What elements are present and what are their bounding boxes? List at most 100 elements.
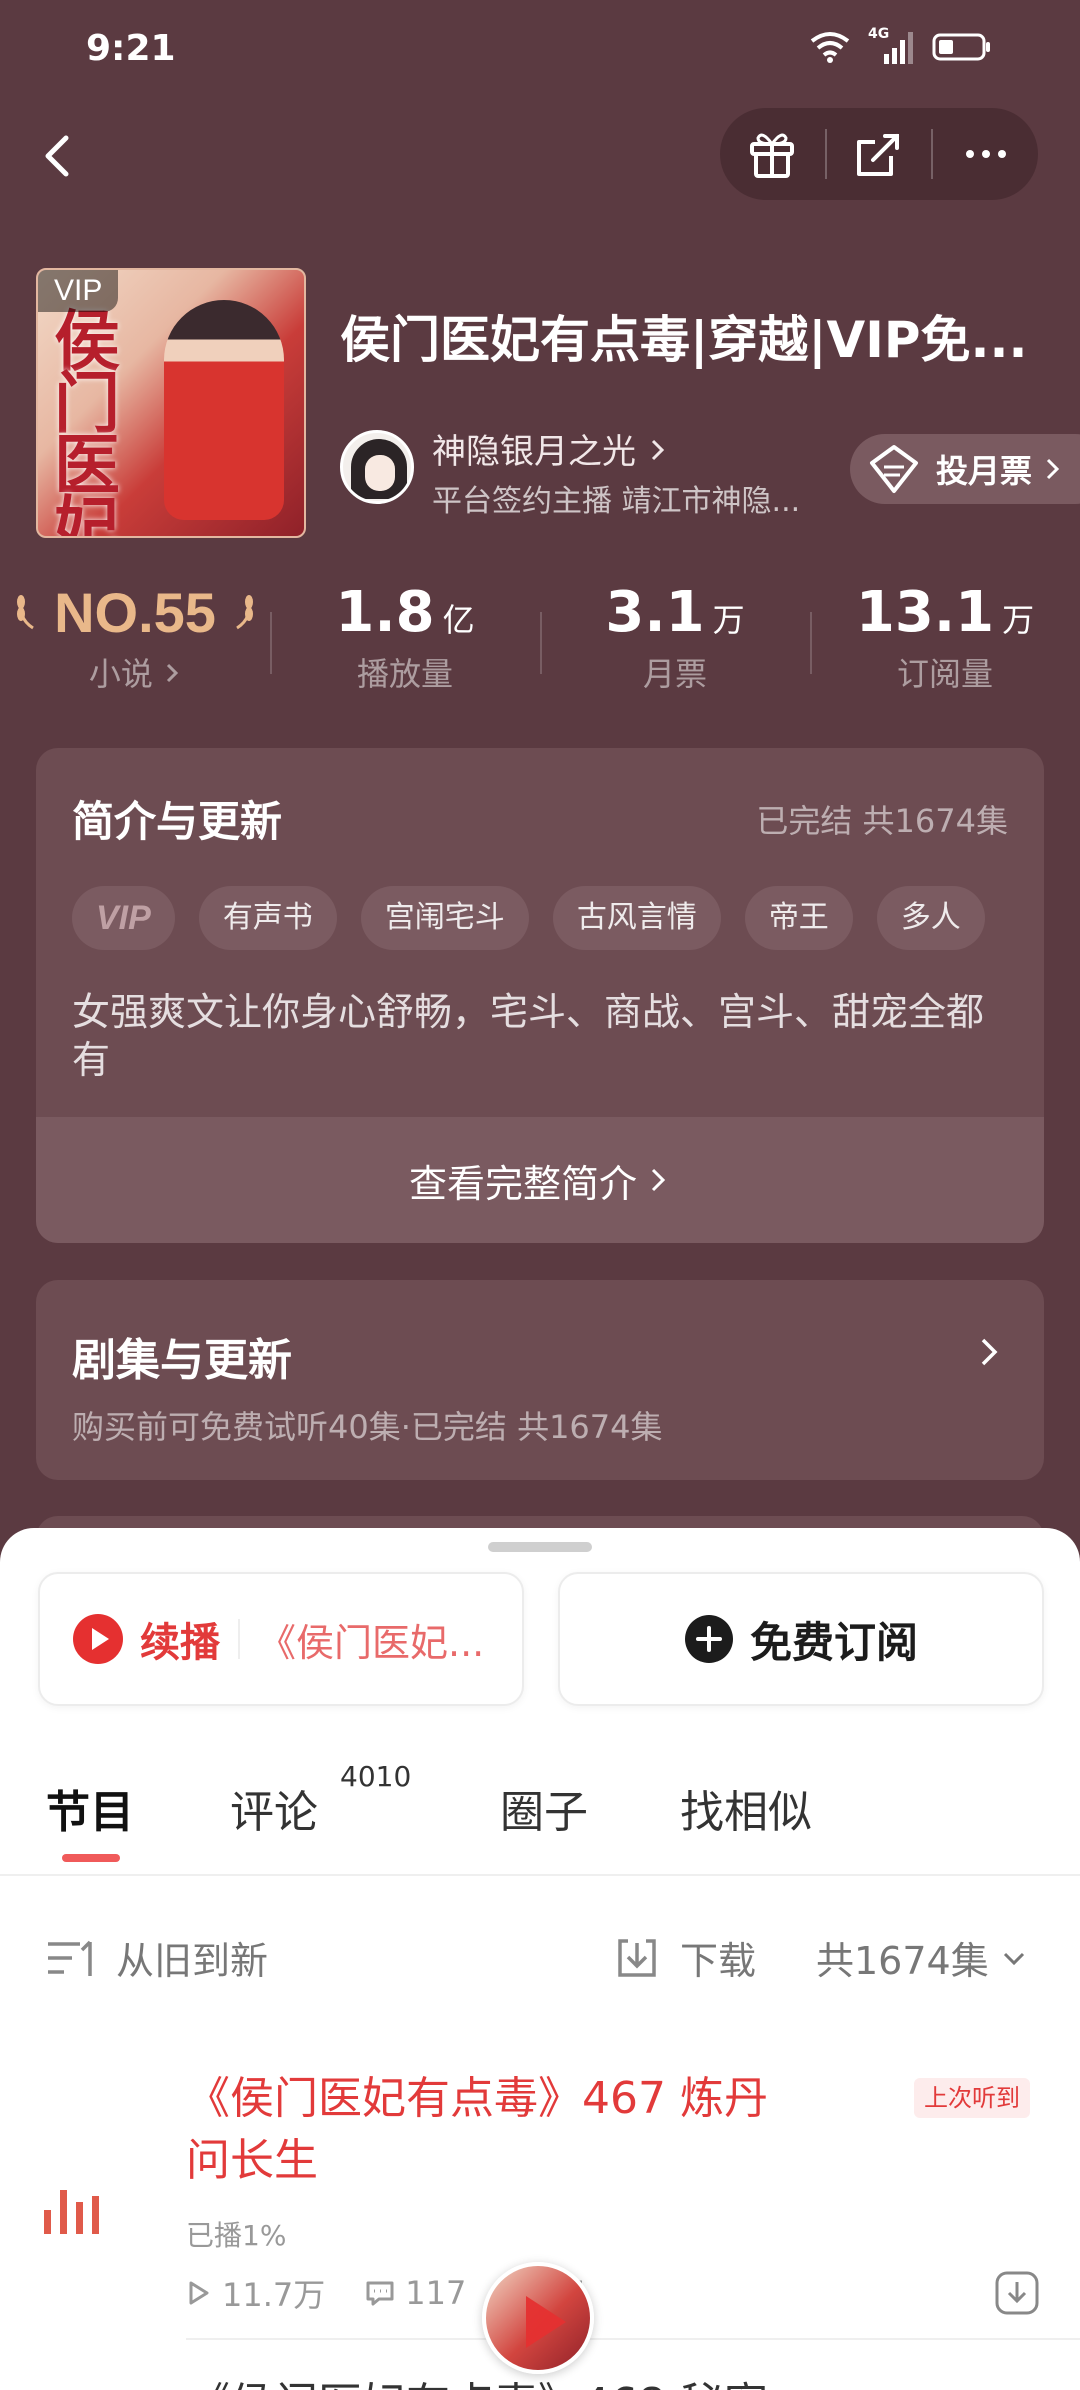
tag-audiobook[interactable]: 有声书 <box>198 886 337 950</box>
view-full-intro-label: 查看完整简介 <box>408 1161 637 1206</box>
monthly-vote-button[interactable]: 投月票 <box>850 434 1080 504</box>
tag-ancient-romance[interactable]: 古风言情 <box>552 886 721 950</box>
tab-programs[interactable]: 节目 <box>46 1776 134 1840</box>
tab-similar[interactable]: 找相似 <box>680 1776 812 1840</box>
comment-icon <box>366 2281 394 2306</box>
gift-icon <box>750 133 795 178</box>
episode-download-icon[interactable] <box>994 2270 1040 2316</box>
episode-count-label: 共1674集 <box>816 1939 989 1983</box>
author-description: 平台签约主播 靖江市神隐... <box>432 484 801 519</box>
tab-circle[interactable]: 圈子 <box>500 1776 588 1840</box>
gift-button[interactable] <box>720 108 825 200</box>
mini-player-play-icon <box>526 2296 566 2348</box>
now-playing-icon <box>44 2190 99 2234</box>
rank-label: 小说 <box>88 655 153 693</box>
book-title: 侯门医妃有点毒|穿越|VIP免... <box>340 311 1028 369</box>
download-button[interactable]: 下载 <box>614 1930 756 1985</box>
plays-value: 1.8 <box>335 580 435 645</box>
mini-player[interactable] <box>482 2262 594 2374</box>
subs-stat: 13.1 万 订阅量 <box>810 580 1080 710</box>
comment-count-badge: 4010 <box>340 1760 412 1793</box>
status-time: 9:21 <box>86 28 176 69</box>
subs-unit: 万 <box>1002 601 1035 639</box>
episodes-subtext: 购买前可免费试听40集·已完结 共1674集 <box>72 1408 663 1446</box>
more-button[interactable] <box>933 108 1038 200</box>
plays-stat: 1.8 亿 播放量 <box>270 580 540 710</box>
tag-multi-cast[interactable]: 多人 <box>876 886 985 950</box>
stats-row: NO.55 小说 1.8 亿 播放量 3.1 万 月票 13.1 万 订阅量 <box>0 580 1080 710</box>
tag-list: VIP 有声书 宫闱宅斗 古风言情 帝王 多人 <box>72 886 985 950</box>
share-button[interactable] <box>827 108 932 200</box>
download-label: 下载 <box>680 1939 757 1983</box>
subs-label: 订阅量 <box>896 655 993 693</box>
status-icons: 4G <box>810 26 992 64</box>
chevron-right-icon <box>651 1168 666 1192</box>
plays-label: 播放量 <box>356 655 453 693</box>
sort-label: 从旧到新 <box>116 1939 269 1983</box>
rank-stat[interactable]: NO.55 小说 <box>0 580 270 710</box>
tab-comments-label: 评论 <box>230 1787 318 1838</box>
chevron-left-icon <box>45 135 69 177</box>
share-icon <box>857 134 899 176</box>
tag-palace[interactable]: 宫闱宅斗 <box>360 886 529 950</box>
wifi-icon <box>810 32 850 63</box>
chevron-right-icon <box>167 663 179 683</box>
sheet-handle[interactable] <box>488 1542 592 1552</box>
votes-value: 3.1 <box>605 580 705 645</box>
tab-comments[interactable]: 评论 4010 <box>230 1760 411 1840</box>
rank-value: NO.55 <box>54 581 216 644</box>
book-cover[interactable]: 侯门医妃 VIP <box>36 268 306 538</box>
intro-status: 已完结 共1674集 <box>756 802 1008 840</box>
episode-toolbar: 从旧到新 下载 共1674集 <box>0 1908 1080 2008</box>
back-button[interactable] <box>30 126 90 186</box>
vip-tag: VIP <box>38 270 119 312</box>
votes-stat: 3.1 万 月票 <box>540 580 810 710</box>
episode-title: 《侯门医妃有点毒》467 炼丹问长生 <box>186 2073 768 2186</box>
next-episode-title[interactable]: 《侯门医妃有点毒》468 秘密 <box>186 2368 768 2390</box>
play-icon <box>73 1614 123 1664</box>
tag-vip[interactable]: VIP <box>72 886 175 950</box>
plus-circle-icon <box>684 1615 733 1663</box>
sort-button[interactable]: 从旧到新 <box>46 1930 268 1985</box>
plays-unit: 亿 <box>442 601 475 639</box>
author-name[interactable]: 神隐银月之光 <box>432 424 669 473</box>
resume-episode: 《侯门医妃... <box>258 1620 485 1665</box>
top-actions <box>720 108 1038 200</box>
play-count-icon <box>189 2281 209 2305</box>
intro-card: 简介与更新 已完结 共1674集 VIP 有声书 宫闱宅斗 古风言情 帝王 多人… <box>36 748 1044 1243</box>
last-listened-badge: 上次听到 <box>914 2078 1030 2118</box>
ticket-icon <box>870 445 918 493</box>
active-tab-indicator <box>62 1854 120 1862</box>
network-type: 4G <box>868 26 890 42</box>
chevron-right-icon <box>651 439 664 461</box>
author-name-label: 神隐银月之光 <box>432 432 636 472</box>
votes-label: 月票 <box>642 655 707 693</box>
battery-icon <box>932 33 990 61</box>
signal-icon: 4G <box>868 26 914 64</box>
author-avatar[interactable] <box>340 430 414 504</box>
view-full-intro-button[interactable]: 查看完整简介 <box>36 1117 1044 1243</box>
comment-count: 117 <box>405 2274 467 2312</box>
subscribe-button[interactable]: 免费订阅 <box>558 1572 1044 1706</box>
cover-figure <box>164 300 284 520</box>
vote-label: 投月票 <box>936 452 1033 490</box>
sort-icon <box>48 1940 92 1976</box>
chevron-right-icon <box>981 1338 998 1366</box>
votes-unit: 万 <box>712 601 745 639</box>
tag-emperor[interactable]: 帝王 <box>744 886 853 950</box>
laurel-left-icon <box>16 595 34 630</box>
download-icon <box>618 1938 656 1977</box>
cover-artwork: 侯门医妃 <box>54 302 120 538</box>
resume-label: 续播 <box>140 1620 220 1666</box>
intro-heading: 简介与更新 <box>72 797 283 846</box>
tab-bar: 节目 评论 4010 圈子 找相似 <box>0 1756 1080 1876</box>
bottom-sheet: 续播 《侯门医妃... 免费订阅 节目 评论 4010 圈子 找相似 从旧到新 <box>0 1528 1080 2390</box>
status-bar: 9:21 4G <box>0 0 1080 100</box>
chevron-down-icon <box>1003 1952 1024 1965</box>
episode-count-select[interactable]: 共1674集 <box>816 1930 1027 1985</box>
resume-play-button[interactable]: 续播 《侯门医妃... <box>38 1572 524 1706</box>
intro-text: 女强爽文让你身心舒畅，宅斗、商战、宫斗、甜宠全都有 <box>72 990 985 1082</box>
laurel-right-icon <box>236 595 254 630</box>
subs-value: 13.1 <box>855 580 995 645</box>
episodes-card[interactable]: 剧集与更新 购买前可免费试听40集·已完结 共1674集 <box>36 1280 1044 1480</box>
